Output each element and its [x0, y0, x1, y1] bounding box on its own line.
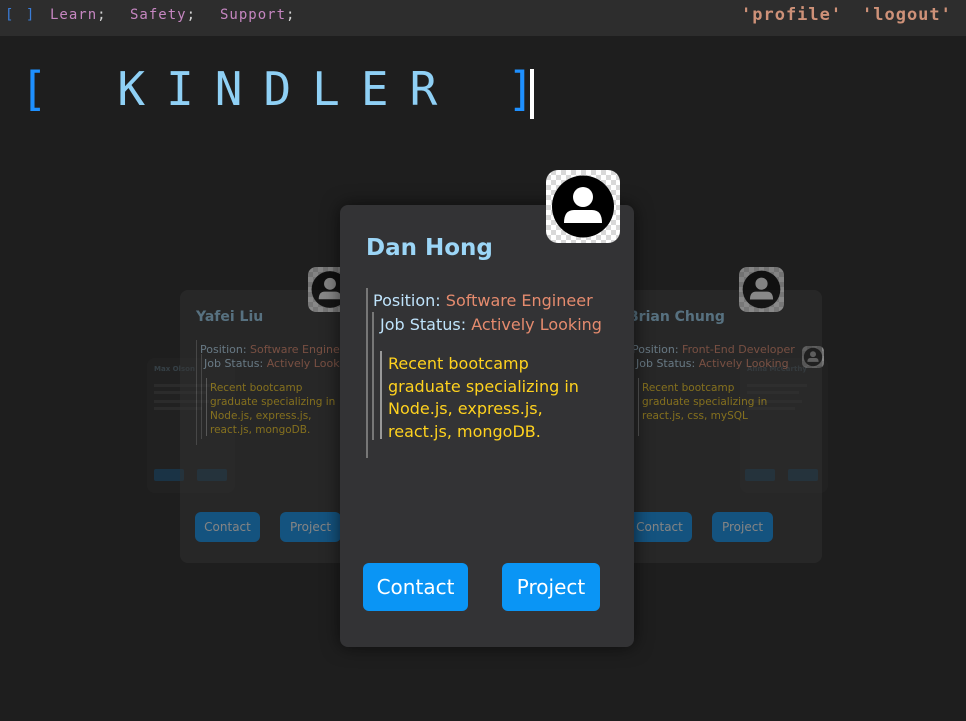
project-button[interactable]: Project	[712, 512, 773, 542]
contact-button[interactable]: Contact	[363, 563, 468, 611]
card-name: Dan Hong	[366, 235, 493, 261]
profile-card-right: Brian Chung Position: Front-End Develope…	[612, 290, 822, 563]
job-status-line: Job Status: Actively Looking	[636, 357, 789, 370]
logout-link[interactable]: 'logout'	[862, 5, 952, 25]
card-description: Recent bootcamp graduate specializing in…	[210, 382, 336, 436]
card-name: Brian Chung	[628, 309, 725, 325]
divider	[372, 312, 374, 440]
typing-cursor	[530, 69, 534, 119]
job-status-line: Job Status: Actively Looking	[380, 315, 602, 334]
divider	[366, 288, 368, 458]
menu-brackets-icon[interactable]: [ ]	[5, 7, 36, 23]
avatar-user-icon	[546, 170, 620, 243]
project-button[interactable]: Project	[502, 563, 600, 611]
project-button[interactable]: Project	[280, 512, 341, 542]
nav-support-link[interactable]: Support;	[220, 7, 295, 23]
site-logo: [ KINDLER ]	[20, 62, 556, 116]
profile-card-main: Dan Hong Position: Software Engineer Job…	[340, 205, 634, 647]
avatar-user-icon	[739, 267, 784, 312]
contact-button[interactable]: Contact	[195, 512, 260, 542]
position-line: Position: Software Engineer	[200, 343, 352, 356]
divider	[380, 351, 382, 439]
contact-button[interactable]: Contact	[627, 512, 692, 542]
position-line: Position: Front-End Developer	[632, 343, 795, 356]
card-description: Recent bootcamp graduate specializing in…	[388, 354, 579, 441]
profile-link[interactable]: 'profile'	[741, 5, 842, 25]
nav-safety-link[interactable]: Safety;	[130, 7, 196, 23]
top-nav: [ ] Learn; Safety; Support; 'profile' 'l…	[0, 0, 966, 36]
card-name: Yafei Liu	[196, 309, 264, 325]
card-description: Recent bootcamp graduate specializing in…	[642, 382, 768, 422]
job-status-line: Job Status: Actively Looking	[204, 357, 357, 370]
nav-learn-link[interactable]: Learn;	[50, 7, 107, 23]
position-line: Position: Software Engineer	[373, 291, 593, 310]
